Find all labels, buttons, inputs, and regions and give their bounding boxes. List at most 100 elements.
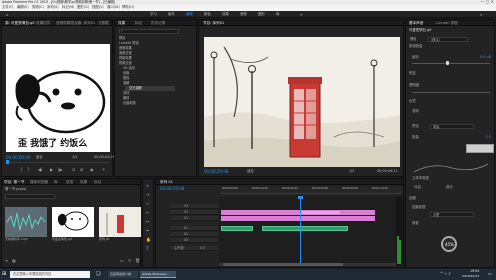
tab-effects[interactable]: 效果 (118, 21, 125, 26)
preset-dropdown[interactable]: (默认) (428, 37, 468, 42)
tab-markers[interactable]: 标记 (135, 21, 142, 26)
tab-history[interactable]: 历史记录 (151, 21, 165, 26)
tab-effects-2[interactable]: 效果 (80, 180, 87, 185)
clip-a1-first[interactable] (221, 226, 253, 231)
clarity-slider[interactable] (412, 92, 490, 93)
workspace-assembly[interactable]: 组件 (168, 12, 175, 16)
menu-view[interactable]: 视图(V) (92, 5, 104, 9)
track-header-a2[interactable]: A2 (170, 232, 218, 237)
track-header-v1[interactable]: V1 (170, 216, 218, 221)
clarity-section[interactable]: 透明度 (406, 83, 494, 89)
track-header-v2[interactable]: V2 (170, 210, 218, 215)
icon-view-icon[interactable]: ▦ (12, 259, 16, 263)
workspace-editing[interactable]: 编辑 (186, 12, 193, 16)
creative-section[interactable]: 创意 (406, 99, 494, 105)
tab-project[interactable]: 项目: 第一节 (4, 180, 24, 185)
taskbar-app-netdisk[interactable]: 百度网盘客户端 (108, 271, 138, 278)
slip-tool-icon[interactable]: ↔ (146, 220, 149, 224)
clip-a1-second[interactable] (262, 226, 348, 231)
workspace-audio[interactable]: 音频 (240, 12, 247, 16)
effect-item[interactable]: 划像 (123, 71, 129, 75)
clip-volume-row[interactable]: 剪辑音量 (406, 44, 494, 50)
radio-row[interactable]: 对话 音乐 (406, 185, 494, 191)
level-slider-thumb[interactable] (446, 61, 449, 65)
clip-v1[interactable] (221, 216, 375, 221)
mark-in-icon[interactable]: { (20, 168, 23, 172)
duck-dropdown[interactable]: 大型 (430, 212, 474, 217)
source-fit-select[interactable]: 适合 (36, 155, 43, 159)
effect-item[interactable]: 缩放 (123, 96, 129, 100)
export-frame-icon[interactable]: ◉ (90, 168, 94, 172)
delete-icon[interactable]: 🗑 (135, 259, 140, 263)
more-workspaces-icon[interactable]: » (300, 13, 302, 17)
tab-info[interactable]: 信息 (66, 180, 73, 185)
reverb-row[interactable]: 混响 (406, 109, 494, 115)
effect-item[interactable]: 预设 (119, 36, 125, 40)
thumbnail-gif[interactable] (52, 207, 94, 237)
ducking-row[interactable]: 回避 (406, 196, 494, 202)
play-icon[interactable]: ▶ (50, 168, 53, 172)
hand-tool-icon[interactable]: ✋ (146, 238, 151, 242)
reverb-preset-dropdown[interactable]: 电话 (430, 124, 474, 129)
menu-file[interactable]: 文件(F) (2, 5, 13, 9)
effect-item[interactable]: 视频效果 (119, 56, 132, 60)
type-tool-icon[interactable]: T (146, 247, 148, 251)
menu-markers[interactable]: 标记(M) (62, 5, 74, 9)
effects-search-input[interactable]: ⌕ (119, 29, 179, 34)
tab-markers-2[interactable]: 标记 (94, 180, 101, 185)
source-timecode[interactable]: 00;00;00;00 (6, 156, 30, 160)
stereo-width-row[interactable]: 立体声宽度 (406, 176, 494, 182)
playhead-handle[interactable] (298, 196, 303, 199)
mute-row[interactable]: 静音 (406, 221, 494, 227)
mark-out-icon[interactable]: } (27, 168, 30, 172)
tab-libraries[interactable]: 库 (54, 180, 58, 185)
thumbnail-sequence[interactable] (99, 207, 141, 237)
effect-item[interactable]: 音频效果 (119, 46, 132, 50)
tab-metadata[interactable]: 元数据 (98, 21, 109, 26)
start-icon[interactable]: ⊞ (2, 272, 6, 277)
radio-music[interactable]: 音乐 (446, 185, 453, 189)
timeline-scrollbar[interactable] (219, 263, 403, 266)
track-header-a3[interactable]: A3 (170, 238, 218, 243)
effect-item[interactable]: 3D 运动 (123, 66, 135, 70)
radio-dialogue[interactable]: 对话 (414, 185, 421, 189)
taskbar-app-premiere[interactable]: Adobe Premiere... (140, 271, 176, 278)
tab-media-browser[interactable]: 媒体浏览器 (30, 180, 48, 185)
clip-v2[interactable] (221, 210, 375, 215)
notification-icon[interactable]: ▭ (488, 272, 492, 276)
effect-item[interactable]: 视频过渡 (119, 61, 132, 65)
effect-item[interactable]: 滑动 (123, 91, 129, 95)
timeline-playhead[interactable] (300, 196, 301, 266)
menu-sequence[interactable]: 序列(S) (47, 5, 59, 9)
track-select-icon[interactable]: ⇥ (146, 193, 149, 197)
timeline-ruler[interactable]: 00;00;00;00 00;00;14;29 00;00;29;29 00;0… (220, 187, 402, 194)
workspace-graphics[interactable]: 图形 (258, 12, 265, 16)
step-forward-icon[interactable]: |▶ (58, 168, 62, 172)
window-controls[interactable]: — ▢ ✕ (480, 0, 494, 4)
selection-tool-icon[interactable]: ➤ (146, 184, 149, 188)
tab-effect-controls[interactable]: 效果控件 (36, 21, 50, 26)
level-row[interactable]: 级别 0.0 dB (406, 55, 494, 61)
workspace-learn[interactable]: 学习 (150, 12, 157, 16)
source-playhead[interactable] (6, 160, 9, 164)
new-item-icon[interactable]: ✎ (128, 259, 131, 263)
tab-lumetri[interactable]: Lumetri 颜色 (436, 21, 458, 26)
razor-tool-icon[interactable]: ✂ (146, 211, 149, 215)
tab-program[interactable]: 节目: 序列01 (203, 21, 224, 26)
track-lanes[interactable] (219, 196, 403, 266)
track-header-master[interactable]: 主声道 0.0 (170, 246, 218, 251)
program-timecode[interactable]: 00;00;29;08 (204, 170, 228, 174)
tab-sequence[interactable]: 序列 01 (160, 180, 173, 185)
track-header-a1[interactable]: A1 (170, 226, 218, 231)
task-view-icon[interactable]: ❏ (96, 272, 100, 277)
workspace-color[interactable]: 颜色 (204, 12, 211, 16)
menu-edit[interactable]: 编辑(E) (17, 5, 29, 9)
menu-clip[interactable]: 剪辑(C) (32, 5, 44, 9)
level-slider[interactable] (412, 63, 490, 64)
insert-icon[interactable]: ⊡ (72, 168, 75, 172)
duck-against-row[interactable]: 回避依据 (406, 205, 494, 211)
program-resolution-select[interactable]: 1/2 (349, 169, 354, 173)
ripple-edit-icon[interactable]: ⇿ (146, 202, 149, 206)
mute-checkbox[interactable]: 静音 (412, 221, 419, 225)
effect-item[interactable]: 溶解 (123, 81, 129, 85)
